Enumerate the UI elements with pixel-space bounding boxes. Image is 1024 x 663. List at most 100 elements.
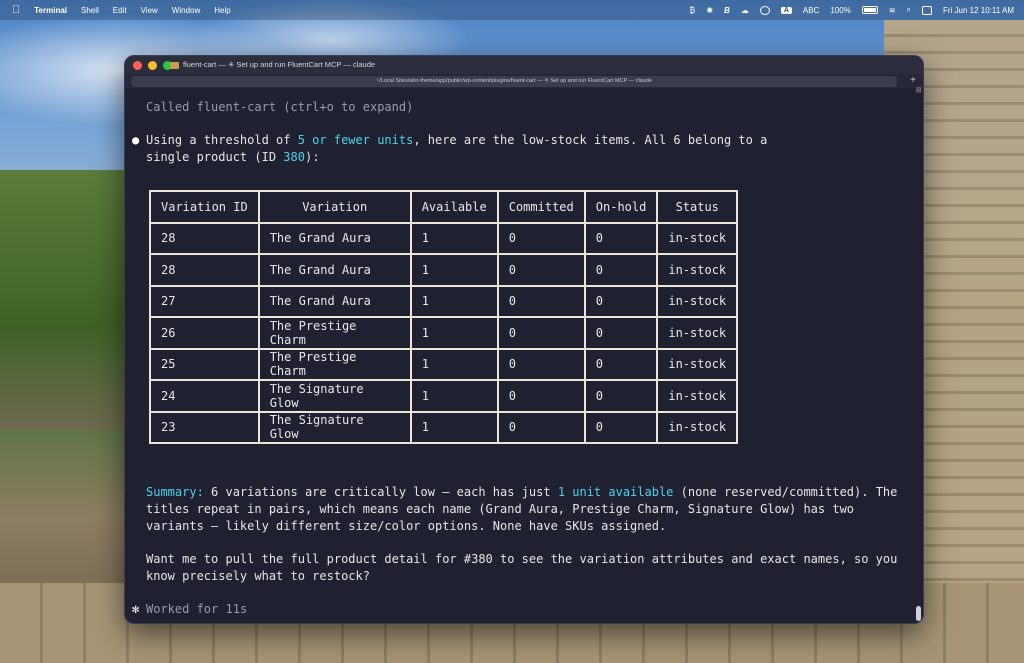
spinner-asterisk-icon: ✻ <box>132 602 140 616</box>
folder-icon <box>170 61 179 69</box>
cell-id: 23 <box>149 410 260 444</box>
menu-help[interactable]: Help <box>214 6 230 15</box>
cell-on-hold: 0 <box>583 284 659 318</box>
col-status: Status <box>656 190 739 224</box>
cell-on-hold: 0 <box>583 316 659 350</box>
summary-highlight: 1 unit available <box>557 485 674 499</box>
col-committed: Committed <box>496 190 586 224</box>
cell-available: 1 <box>409 379 499 413</box>
window-titlebar[interactable]: fluent-cart — ✳ Set up and run FluentCar… <box>125 56 923 74</box>
cell-committed: 0 <box>496 253 586 287</box>
input-source-label[interactable]: ABC <box>803 6 819 15</box>
menu-shell[interactable]: Shell <box>81 6 99 15</box>
status-app-icon[interactable]: ₿ <box>689 6 695 15</box>
cell-on-hold: 0 <box>583 347 659 381</box>
cell-on-hold: 0 <box>583 253 659 287</box>
cell-id: 26 <box>149 316 260 350</box>
desktop-hills <box>0 170 130 430</box>
question-line-2: know precisely what to restock? <box>146 569 370 583</box>
cell-committed: 0 <box>496 316 586 350</box>
scroll-up-icon[interactable]: ▤ <box>916 85 921 94</box>
close-button[interactable] <box>133 60 142 70</box>
menubar-clock[interactable]: Fri Jun 12 10:11 AM <box>943 6 1014 15</box>
intro-line2-suffix: ): <box>304 150 320 164</box>
cell-on-hold: 0 <box>583 410 659 444</box>
record-icon[interactable] <box>759 5 770 15</box>
wifi-icon[interactable]: ≋ <box>889 6 896 15</box>
col-available: Available <box>409 190 499 224</box>
worked-line: Worked for 11s <box>146 602 248 616</box>
cell-id: 24 <box>149 379 260 413</box>
cell-committed: 0 <box>496 347 586 381</box>
search-icon[interactable]: ⌕ <box>907 5 911 15</box>
cell-variation: The Grand Aura <box>257 284 412 318</box>
intro-line-1: Using a threshold of 5 or fewer units, h… <box>146 133 767 147</box>
cell-variation: The Grand Aura <box>257 221 412 255</box>
cell-id: 27 <box>149 284 260 318</box>
new-tab-plus-icon[interactable]: + <box>910 74 916 88</box>
input-source-a-icon[interactable]: A <box>780 6 792 14</box>
table-row: 25 The Prestige Charm 1 0 0 in-stock <box>149 347 739 381</box>
col-variation-id: Variation ID <box>149 190 260 224</box>
scrollbar-thumb[interactable] <box>916 606 921 621</box>
summary-line-2: titles repeat in pairs, which means each… <box>146 502 855 516</box>
question-line-1: Want me to pull the full product detail … <box>146 552 898 566</box>
battery-icon[interactable] <box>861 6 878 14</box>
menu-window[interactable]: Window <box>172 6 200 15</box>
terminal-tab[interactable]: ~/Local Sites/abir-theme/app/public/wp-c… <box>131 75 897 87</box>
summary-line-3: variants — likely different size/color o… <box>146 519 667 533</box>
cell-id: 28 <box>149 221 260 255</box>
table-row: 28 The Grand Aura 1 0 0 in-stock <box>149 253 739 287</box>
battery-percent[interactable]: 100% <box>830 6 850 15</box>
sun-icon[interactable]: ✺ <box>706 6 713 15</box>
col-on-hold: On-hold <box>583 190 659 224</box>
intro-highlight: 5 or fewer units <box>297 133 414 147</box>
menu-app-name[interactable]: Terminal <box>34 6 67 15</box>
intro-line2-prefix: single product (ID <box>146 150 284 164</box>
summary-line-1: Summary: 6 variations are critically low… <box>146 485 897 499</box>
cell-variation: The Prestige Charm <box>257 316 412 350</box>
bold-b-icon[interactable]: B <box>724 6 730 15</box>
summary-label: Summary: <box>146 485 204 499</box>
control-center-icon[interactable] <box>922 5 932 15</box>
low-stock-table: Variation ID Variation Available Committ… <box>149 190 739 444</box>
bullet-icon: ● <box>132 133 140 147</box>
col-variation: Variation <box>257 190 412 224</box>
cell-available: 1 <box>409 316 499 350</box>
cell-available: 1 <box>409 253 499 287</box>
cell-on-hold: 0 <box>583 221 659 255</box>
cell-available: 1 <box>409 284 499 318</box>
cloud-icon[interactable]: ☁ <box>741 6 749 15</box>
product-id: 380 <box>283 150 305 164</box>
terminal-window: fluent-cart — ✳ Set up and run FluentCar… <box>124 55 924 624</box>
cell-available: 1 <box>409 221 499 255</box>
cell-committed: 0 <box>496 284 586 318</box>
cell-committed: 0 <box>496 379 586 413</box>
tab-bar: ~/Local Sites/abir-theme/app/public/wp-c… <box>125 74 923 88</box>
window-title: fluent-cart — ✳ Set up and run FluentCar… <box>183 60 376 69</box>
menu-view[interactable]: View <box>141 6 158 15</box>
cell-status: in-stock <box>656 379 739 413</box>
summary-text-b: (none reserved/committed). The <box>673 485 898 499</box>
cell-available: 1 <box>409 347 499 381</box>
table-row: 28 The Grand Aura 1 0 0 in-stock <box>149 221 739 255</box>
menu-edit[interactable]: Edit <box>113 6 127 15</box>
terminal-content[interactable]: ▤ Called fluent-cart (ctrl+o to expand) … <box>125 85 923 623</box>
table-row: 24 The Signature Glow 1 0 0 in-stock <box>149 379 739 413</box>
menu-bar:  Terminal Shell Edit View Window Help ₿… <box>0 0 1024 20</box>
intro-prefix: Using a threshold of <box>146 133 298 147</box>
cell-variation: The Prestige Charm <box>257 347 412 381</box>
minimize-button[interactable] <box>148 60 157 70</box>
cell-status: in-stock <box>656 284 739 318</box>
cell-available: 1 <box>409 410 499 444</box>
apple-icon[interactable]:  <box>12 4 20 16</box>
cell-variation: The Signature Glow <box>257 410 412 444</box>
intro-line-2: single product (ID 380): <box>146 150 319 164</box>
cell-variation: The Signature Glow <box>257 379 412 413</box>
table-header-row: Variation ID Variation Available Committ… <box>149 190 739 224</box>
cell-on-hold: 0 <box>583 379 659 413</box>
cell-id: 28 <box>149 253 260 287</box>
cell-status: in-stock <box>656 410 739 444</box>
called-line: Called fluent-cart (ctrl+o to expand) <box>146 100 414 114</box>
cell-committed: 0 <box>496 221 586 255</box>
